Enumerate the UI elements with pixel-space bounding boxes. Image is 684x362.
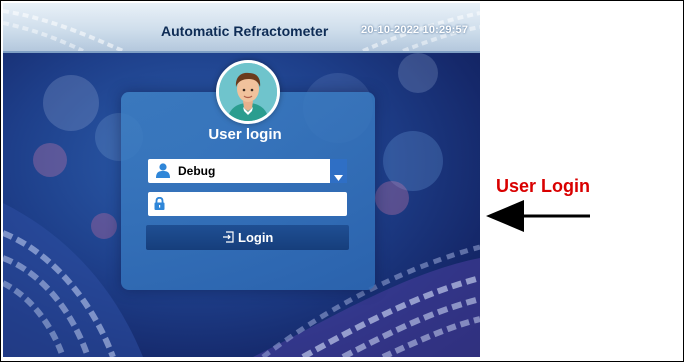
annotation-label: User Login xyxy=(496,176,591,196)
datetime-display: 20-10-2022 10:29:57 xyxy=(361,24,469,36)
selected-user: Debug xyxy=(178,164,216,178)
user-avatar-icon xyxy=(216,60,280,124)
user-dropdown-button[interactable] xyxy=(330,159,347,183)
login-button-label: Login xyxy=(238,230,274,245)
login-title: User login xyxy=(208,126,282,143)
arrow-left-icon xyxy=(486,200,590,232)
header-bar: Automatic Refractometer 20-10-2022 10:29… xyxy=(3,3,480,53)
user-icon xyxy=(156,163,170,183)
login-icon xyxy=(222,231,234,246)
password-field[interactable] xyxy=(148,192,347,216)
user-select[interactable]: Debug xyxy=(148,159,347,183)
login-button[interactable]: Login xyxy=(146,225,349,250)
app-title: Automatic Refractometer xyxy=(161,23,329,39)
chevron-down-icon xyxy=(334,168,343,186)
password-field-wrap xyxy=(148,192,347,216)
lock-icon xyxy=(154,196,165,215)
